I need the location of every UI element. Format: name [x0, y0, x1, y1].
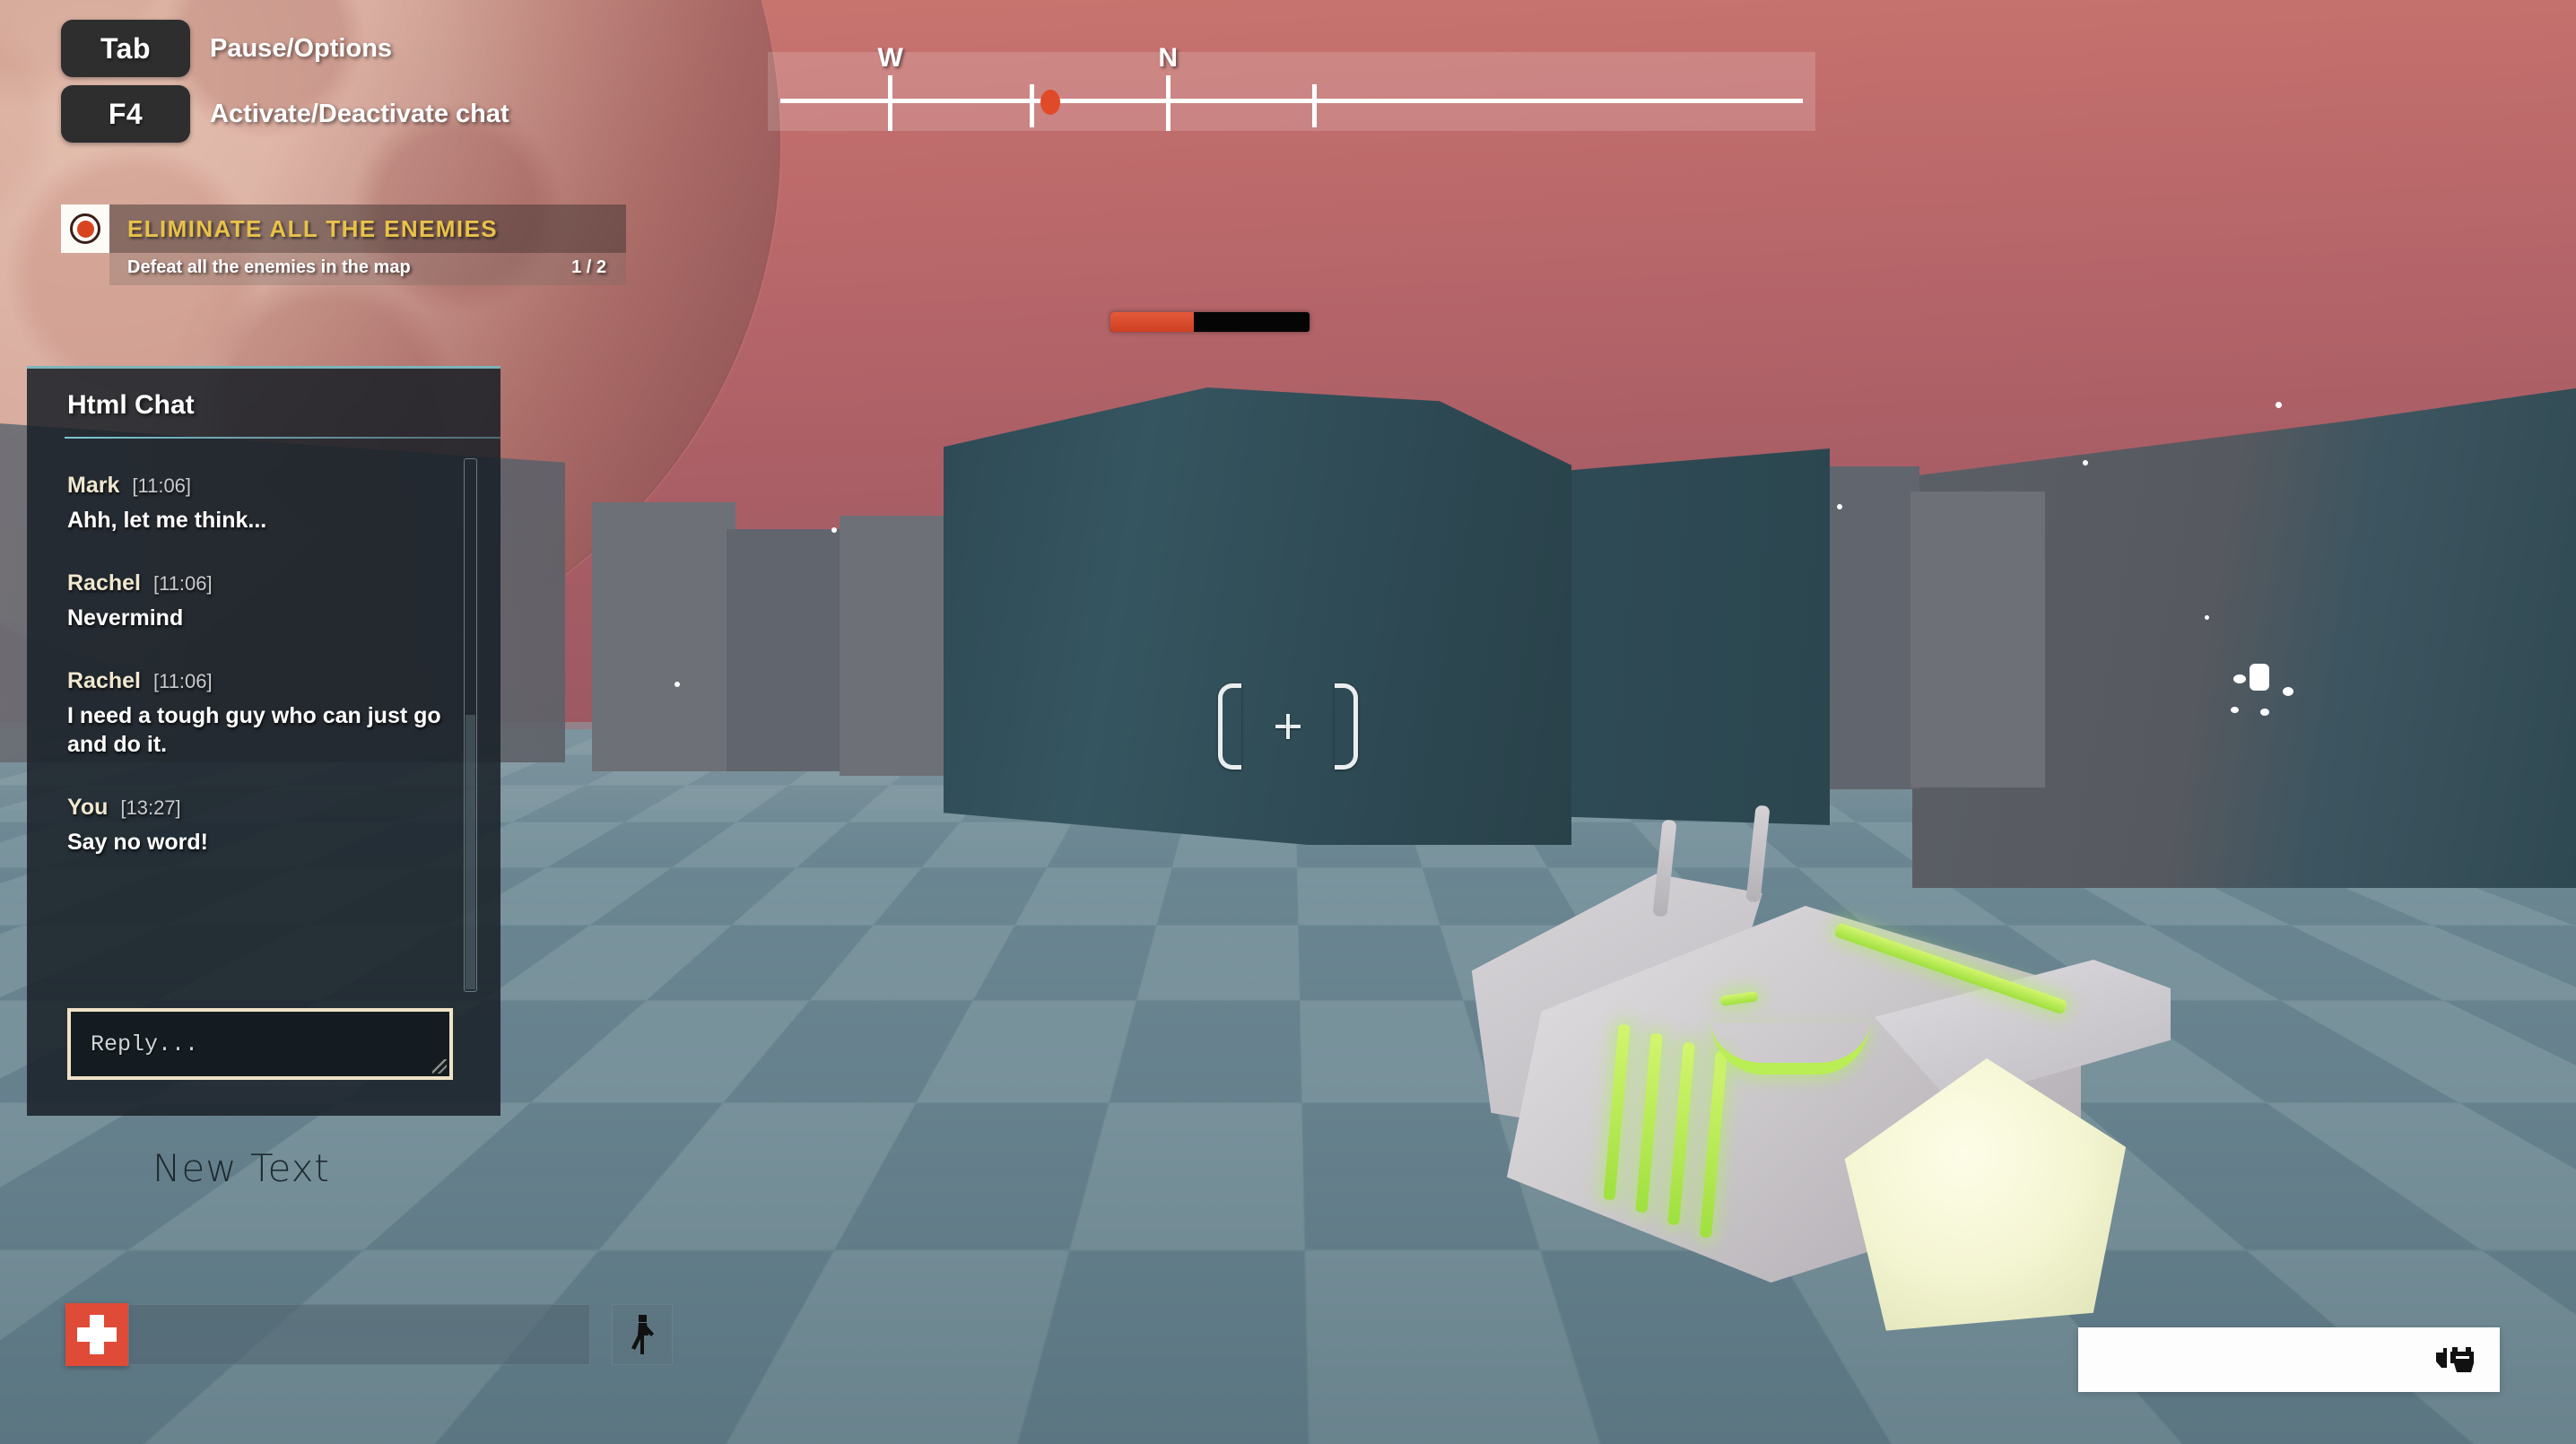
objective-panel: ELIMINATE ALL THE ENEMIES Defeat all the… [61, 204, 626, 285]
chat-message-author: Rachel [67, 570, 141, 596]
chat-message-meta: Rachel [11:06] [67, 570, 447, 596]
chat-reply-input[interactable]: Reply... [67, 1008, 453, 1080]
target-icon [61, 204, 109, 253]
distant-block [727, 529, 843, 771]
chat-message-text: Ahh, let me think... [67, 508, 267, 533]
chat-message-author: Rachel [67, 668, 141, 693]
particle [2276, 402, 2282, 408]
particle [2083, 460, 2088, 465]
chat-footer: Reply... [27, 1008, 500, 1116]
chat-message-time: [11:06] [152, 572, 213, 595]
key-hint-label-pause: Pause/Options [210, 33, 393, 63]
enemy-health-bar [1110, 312, 1310, 332]
particle [831, 527, 837, 533]
player-status-hud [65, 1303, 673, 1366]
cross-horizontal [77, 1327, 117, 1342]
key-hints-panel: Tab Pause/Options F4 Activate/Deactivate… [61, 20, 509, 151]
objective-title: ELIMINATE ALL THE ENEMIES [127, 214, 498, 242]
objective-progress-count: 1 / 2 [571, 257, 606, 277]
chat-message-author: Mark [67, 473, 120, 498]
particle [2250, 664, 2269, 691]
objective-subtitle: Defeat all the enemies in the map [127, 257, 411, 277]
chat-title: Html Chat [67, 390, 195, 420]
chat-header: Html Chat [27, 369, 500, 437]
compass-bar: W N [768, 43, 1815, 131]
stance-indicator [612, 1304, 673, 1365]
crosshair-bracket-right [1335, 683, 1358, 770]
chat-reply-placeholder: Reply... [91, 1031, 199, 1057]
health-bar [128, 1304, 590, 1365]
chat-message-time: [13:27] [120, 796, 181, 819]
weapon-ammo-hud [2078, 1327, 2500, 1392]
chat-message-time: [11:06] [152, 670, 213, 692]
distant-block [840, 516, 947, 776]
compass-tick [1312, 84, 1318, 127]
crosshair-bracket-left [1218, 683, 1241, 770]
game-screen: Tab Pause/Options F4 Activate/Deactivate… [0, 0, 2576, 1444]
compass-tick [1165, 75, 1171, 131]
particle [674, 682, 680, 687]
chat-message-author: You [67, 795, 109, 820]
overlay-text-label: New Text [152, 1146, 330, 1190]
particle [1837, 504, 1842, 509]
resize-grip-icon[interactable] [432, 1059, 447, 1074]
chat-scrollbar[interactable] [464, 458, 477, 992]
chat-message-text: Nevermind [67, 605, 184, 631]
compass-tick [1030, 84, 1034, 127]
key-cap-tab[interactable]: Tab [61, 20, 190, 77]
objective-title-bar: ELIMINATE ALL THE ENEMIES [109, 204, 626, 253]
distant-block [592, 502, 735, 771]
chat-message-time: [11:06] [132, 474, 192, 497]
compass-enemy-blip [1040, 90, 1061, 115]
building-block-primary [944, 387, 1571, 845]
chat-message: Rachel [11:06] I need a tough guy who ca… [67, 668, 447, 759]
key-hint-row: Tab Pause/Options [61, 20, 509, 77]
key-cap-f4[interactable]: F4 [61, 85, 190, 143]
key-hint-label-chat: Activate/Deactivate chat [210, 99, 509, 128]
chat-message-meta: Rachel [11:06] [67, 668, 447, 694]
particle [2233, 674, 2246, 683]
key-hint-row: F4 Activate/Deactivate chat [61, 85, 509, 143]
objective-subtitle-bar: Defeat all the enemies in the map 1 / 2 [109, 253, 626, 285]
enemy-health-fill [1110, 312, 1195, 332]
chat-message-text: Say no word! [67, 830, 208, 855]
chat-scrollbar-thumb[interactable] [466, 714, 475, 989]
chat-message: You [13:27] Say no word! [67, 795, 447, 857]
target-icon-dot [76, 220, 94, 238]
medical-cross-icon [65, 1303, 128, 1366]
compass-line [780, 99, 1803, 103]
compass-label-west: W [877, 43, 903, 73]
particle [2260, 709, 2269, 716]
chat-message: Mark [11:06] Ahh, let me think... [67, 473, 447, 535]
chat-message-meta: You [13:27] [67, 795, 447, 821]
objective-header-row: ELIMINATE ALL THE ENEMIES [61, 204, 626, 253]
chat-message-meta: Mark [11:06] [67, 473, 447, 499]
weapon-icon [2436, 1347, 2474, 1372]
chat-message-text: I need a tough guy who can just go and d… [67, 703, 441, 757]
particle [2205, 615, 2209, 620]
walking-person-icon [631, 1315, 654, 1354]
weapon-antenna [1745, 805, 1771, 903]
crosshair-plus-vertical [1286, 714, 1290, 739]
chat-message: Rachel [11:06] Nevermind [67, 570, 447, 632]
chat-panel[interactable]: Html Chat Mark [11:06] Ahh, let me think… [27, 366, 500, 1116]
compass-tick [888, 75, 893, 131]
compass-label-north: N [1158, 43, 1179, 73]
particle [2231, 707, 2239, 713]
chat-message-list[interactable]: Mark [11:06] Ahh, let me think... Rachel… [27, 439, 500, 1008]
particle [2283, 687, 2293, 696]
target-icon-ring [70, 213, 100, 244]
distant-block [1910, 491, 2045, 787]
medical-cross-shape [77, 1315, 117, 1354]
